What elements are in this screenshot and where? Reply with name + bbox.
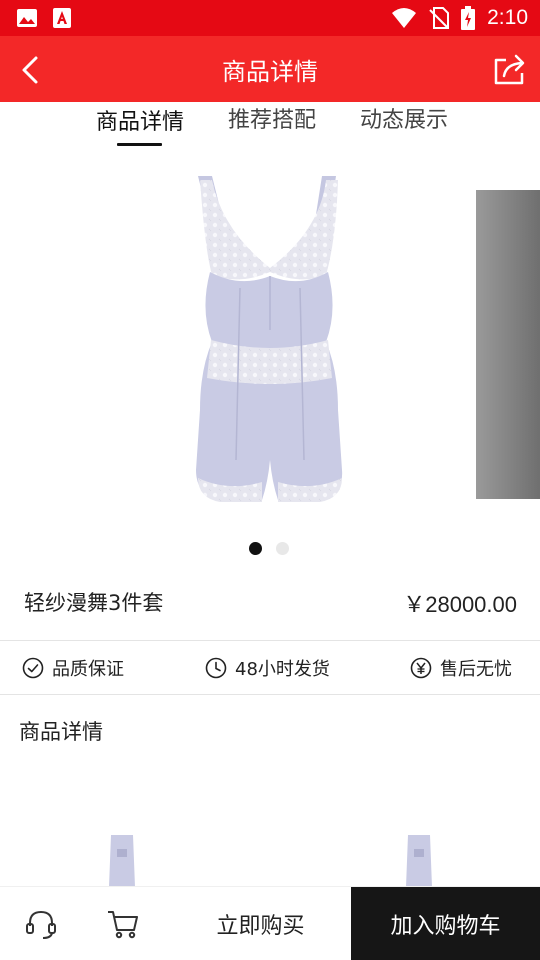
gallery-pagination xyxy=(249,542,289,555)
service-badges: 品质保证 48小时发货 售后无忧 xyxy=(0,642,540,694)
detail-image-strap xyxy=(109,835,135,887)
cart-icon[interactable] xyxy=(106,907,140,941)
detail-image-strap xyxy=(406,835,432,887)
bottom-action-bar: 立即购买 加入购物车 xyxy=(0,886,540,960)
badge-after-sales: 售后无忧 xyxy=(410,655,512,681)
gallery-icon xyxy=(17,9,37,27)
divider xyxy=(0,694,540,695)
product-image xyxy=(196,176,343,502)
product-gallery[interactable] xyxy=(0,160,540,520)
pagination-dot-active xyxy=(249,542,262,555)
headset-icon[interactable] xyxy=(24,907,58,941)
clock-icon xyxy=(205,657,227,679)
check-circle-icon xyxy=(22,657,44,679)
tab-bar: 商品详情 推荐搭配 动态展示 xyxy=(0,102,540,150)
tab-active-indicator xyxy=(117,143,162,146)
add-to-cart-button[interactable]: 加入购物车 xyxy=(351,887,540,960)
badge-shipping: 48小时发货 xyxy=(205,655,330,681)
no-sim-icon xyxy=(429,7,450,29)
tab-recommended[interactable]: 推荐搭配 xyxy=(222,102,322,150)
divider xyxy=(0,640,540,641)
battery-charging-icon xyxy=(461,6,476,30)
page-title: 商品详情 xyxy=(222,58,318,86)
product-price: ￥28000.00 xyxy=(403,592,517,617)
wifi-icon xyxy=(392,8,417,28)
tab-dynamic-display[interactable]: 动态展示 xyxy=(354,102,454,150)
badge-label: 48小时发货 xyxy=(235,659,330,680)
status-bar: 2:10 xyxy=(0,0,540,36)
badge-quality: 品质保证 xyxy=(22,655,124,681)
share-icon[interactable] xyxy=(492,51,528,87)
badge-label: 售后无忧 xyxy=(440,659,512,680)
product-info-row: 轻纱漫舞3件套 ￥28000.00 xyxy=(0,578,540,640)
status-time: 2:10 xyxy=(487,6,528,29)
badge-label: 品质保证 xyxy=(52,659,124,680)
details-section-title: 商品详情 xyxy=(19,720,103,744)
pagination-dot xyxy=(276,542,289,555)
app-notification-icon xyxy=(53,8,71,28)
product-name: 轻纱漫舞3件套 xyxy=(24,591,164,615)
app-bar: 商品详情 xyxy=(0,36,540,102)
yen-circle-icon xyxy=(410,657,432,679)
next-slide-preview[interactable] xyxy=(476,190,540,499)
buy-now-button[interactable]: 立即购买 xyxy=(170,887,351,960)
